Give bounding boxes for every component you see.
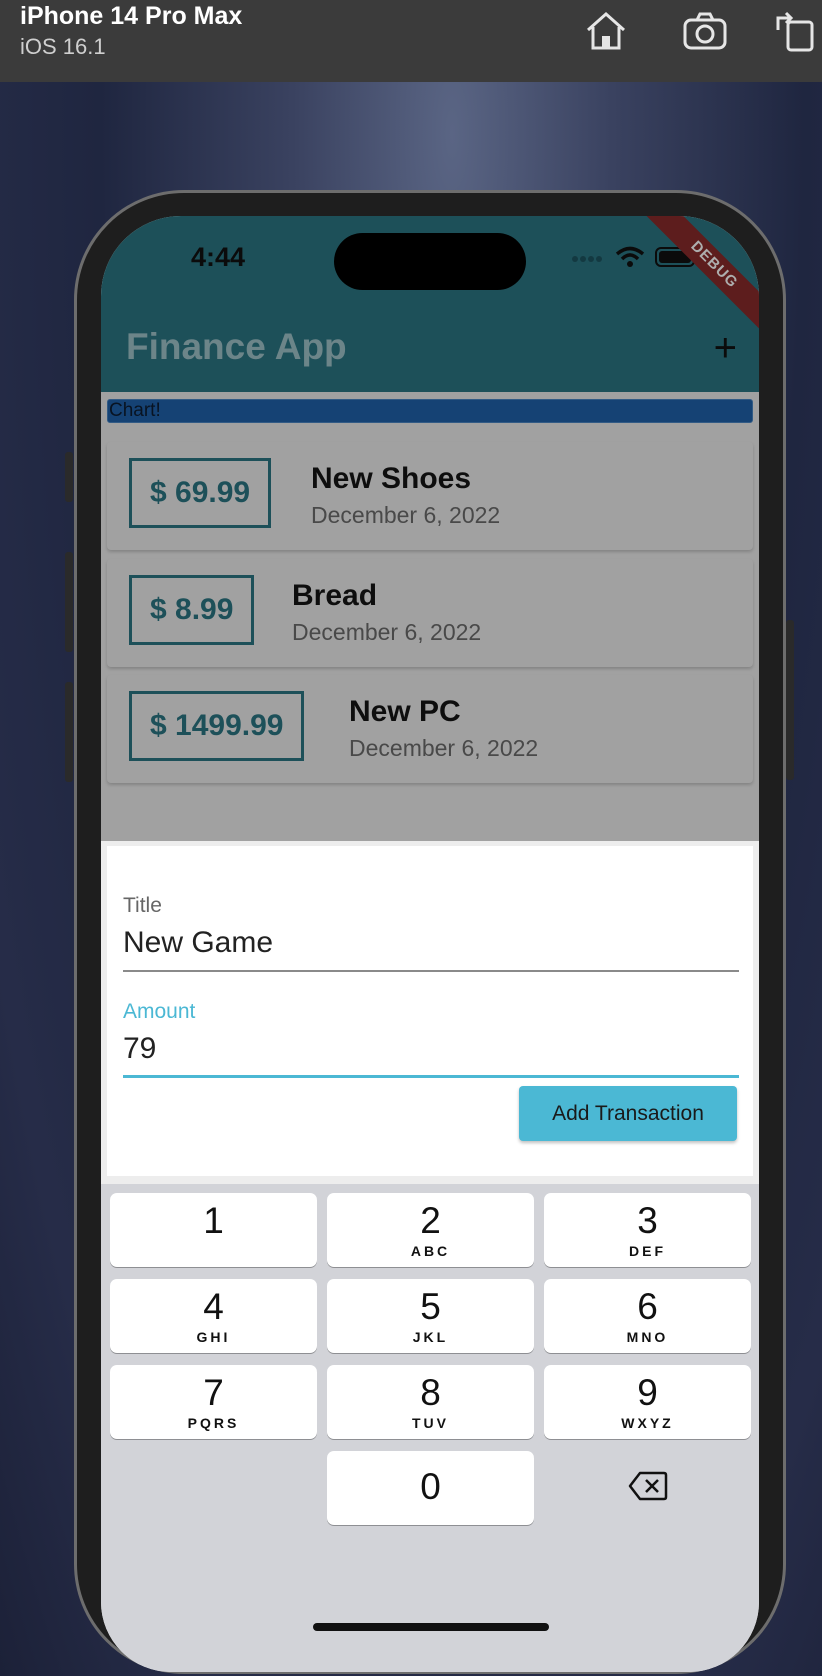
modal-scrim[interactable] [101,216,759,841]
key-number: 3 [637,1200,658,1241]
key-3[interactable]: 3 DEF [544,1193,751,1267]
key-4[interactable]: 4 GHI [110,1279,317,1353]
key-letters: JKL [412,1329,449,1345]
key-9[interactable]: 9 WXYZ [544,1365,751,1439]
simulator-toolbar: iPhone 14 Pro Max iOS 16.1 [0,0,822,82]
amount-field-label: Amount [123,1000,196,1023]
key-8[interactable]: 8 TUV [327,1365,534,1439]
key-number: 6 [637,1286,658,1327]
key-letters: DEF [629,1243,666,1259]
key-1[interactable]: 1 [110,1193,317,1267]
key-number: 9 [637,1372,658,1413]
silent-switch [65,452,73,502]
title-field-label: Title [123,894,162,917]
title-input[interactable]: New Game [123,926,273,960]
new-transaction-sheet: Title New Game Amount 79 Add Transaction [107,846,753,1176]
key-number: 4 [203,1286,224,1327]
device-name: iPhone 14 Pro Max [20,2,243,30]
phone-screen: 4:44 DEBUG Finance App + Chart! $ 69.99 … [101,216,759,1672]
key-6[interactable]: 6 MNO [544,1279,751,1353]
key-number: 2 [420,1200,441,1241]
backspace-icon [628,1471,668,1506]
key-letters: GHI [196,1329,231,1345]
power-button [786,620,794,780]
numeric-keypad: 1 2 ABC 3 DEF 4 GHI 5 JKL 6 MNO 7 PQRS 8 TUV 9 W… [101,1184,759,1672]
key-number: 7 [203,1372,224,1413]
key-number: 5 [420,1286,441,1327]
key-letters: MNO [626,1329,669,1345]
key-number: 8 [420,1372,441,1413]
backspace-key[interactable] [544,1451,751,1525]
key-number: 1 [203,1200,224,1241]
key-letters: ABC [410,1243,451,1259]
home-indicator[interactable] [313,1623,549,1631]
key-letters: PQRS [187,1415,240,1431]
key-2[interactable]: 2 ABC [327,1193,534,1267]
key-5[interactable]: 5 JKL [327,1279,534,1353]
amount-underline [123,1075,739,1078]
amount-input[interactable]: 79 [123,1032,156,1066]
key-letters: TUV [412,1415,449,1431]
key-letters: WXYZ [621,1415,674,1431]
os-version: iOS 16.1 [20,34,106,59]
key-7[interactable]: 7 PQRS [110,1365,317,1439]
screenshot-icon[interactable] [682,8,728,54]
title-underline [123,970,739,972]
volume-up-button [65,552,73,652]
volume-down-button [65,682,73,782]
add-transaction-button[interactable]: Add Transaction [519,1086,737,1141]
key-number: 0 [420,1466,441,1507]
rotate-icon[interactable] [772,8,818,54]
home-icon[interactable] [583,8,629,54]
key-0[interactable]: 0 [327,1451,534,1525]
